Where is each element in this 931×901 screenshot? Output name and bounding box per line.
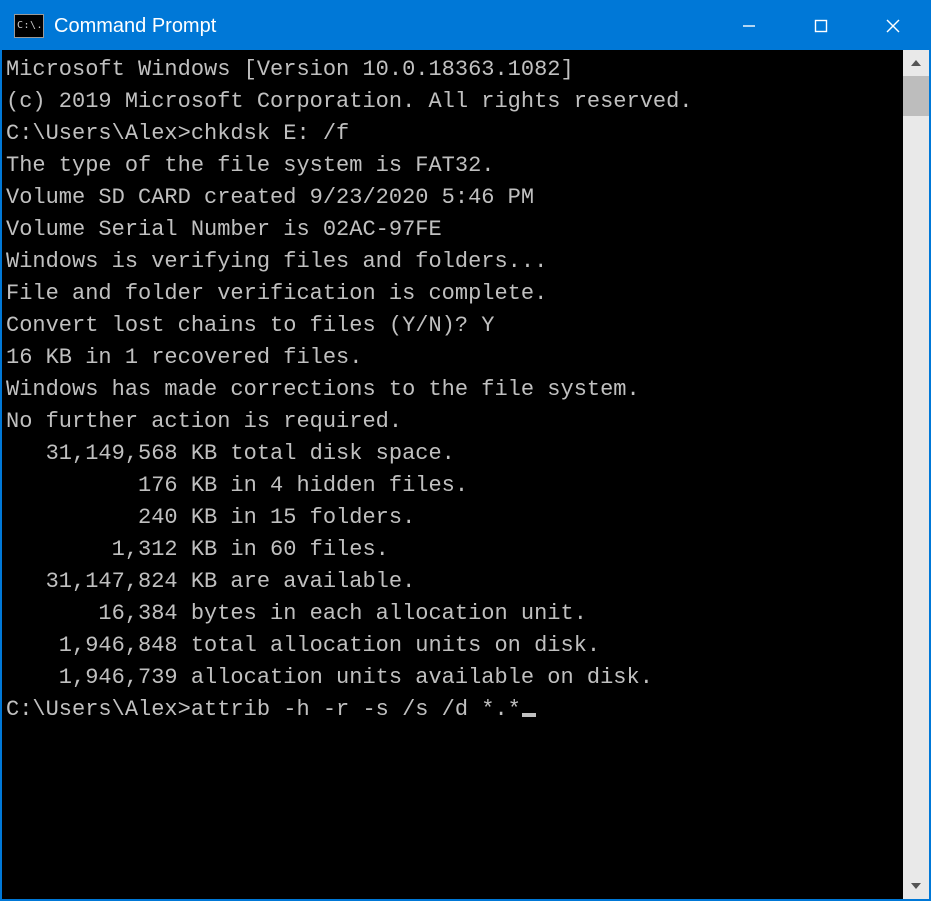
terminal-line: 31,149,568 KB total disk space. (6, 438, 903, 470)
terminal-line: (c) 2019 Microsoft Corporation. All righ… (6, 86, 903, 118)
vertical-scrollbar[interactable] (903, 50, 929, 899)
terminal-line: Volume Serial Number is 02AC-97FE (6, 214, 903, 246)
terminal-line: Convert lost chains to files (Y/N)? Y (6, 310, 903, 342)
terminal-line: Volume SD CARD created 9/23/2020 5:46 PM (6, 182, 903, 214)
cmd-icon: C:\. (14, 14, 44, 38)
minimize-icon (741, 18, 757, 34)
client-area: Microsoft Windows [Version 10.0.18363.10… (2, 50, 929, 899)
maximize-icon (813, 18, 829, 34)
maximize-button[interactable] (785, 2, 857, 50)
scroll-track[interactable] (903, 76, 929, 873)
terminal-line: File and folder verification is complete… (6, 278, 903, 310)
window-title: Command Prompt (54, 15, 713, 38)
cursor (522, 713, 536, 717)
minimize-button[interactable] (713, 2, 785, 50)
terminal-line: Windows has made corrections to the file… (6, 374, 903, 406)
terminal-output[interactable]: Microsoft Windows [Version 10.0.18363.10… (2, 50, 903, 899)
titlebar[interactable]: C:\. Command Prompt (2, 2, 929, 50)
scroll-thumb[interactable] (903, 76, 929, 116)
close-button[interactable] (857, 2, 929, 50)
scroll-up-button[interactable] (903, 50, 929, 76)
terminal-line: 1,946,739 allocation units available on … (6, 662, 903, 694)
terminal-line: 16 KB in 1 recovered files. (6, 342, 903, 374)
terminal-line: 31,147,824 KB are available. (6, 566, 903, 598)
window-controls (713, 2, 929, 50)
terminal-line: The type of the file system is FAT32. (6, 150, 903, 182)
chevron-down-icon (910, 880, 922, 892)
terminal-line: 240 KB in 15 folders. (6, 502, 903, 534)
terminal-line: No further action is required. (6, 406, 903, 438)
terminal-line: C:\Users\Alex>attrib -h -r -s /s /d *.* (6, 694, 903, 726)
terminal-line: 1,946,848 total allocation units on disk… (6, 630, 903, 662)
chevron-up-icon (910, 57, 922, 69)
terminal-line: Microsoft Windows [Version 10.0.18363.10… (6, 54, 903, 86)
command-prompt-window: C:\. Command Prompt Microsoft Windows [V… (0, 0, 931, 901)
terminal-line: C:\Users\Alex>chkdsk E: /f (6, 118, 903, 150)
terminal-line: 16,384 bytes in each allocation unit. (6, 598, 903, 630)
close-icon (885, 18, 901, 34)
terminal-line: Windows is verifying files and folders..… (6, 246, 903, 278)
cmd-icon-text: C:\. (17, 21, 43, 31)
terminal-line: 176 KB in 4 hidden files. (6, 470, 903, 502)
scroll-down-button[interactable] (903, 873, 929, 899)
terminal-line: 1,312 KB in 60 files. (6, 534, 903, 566)
